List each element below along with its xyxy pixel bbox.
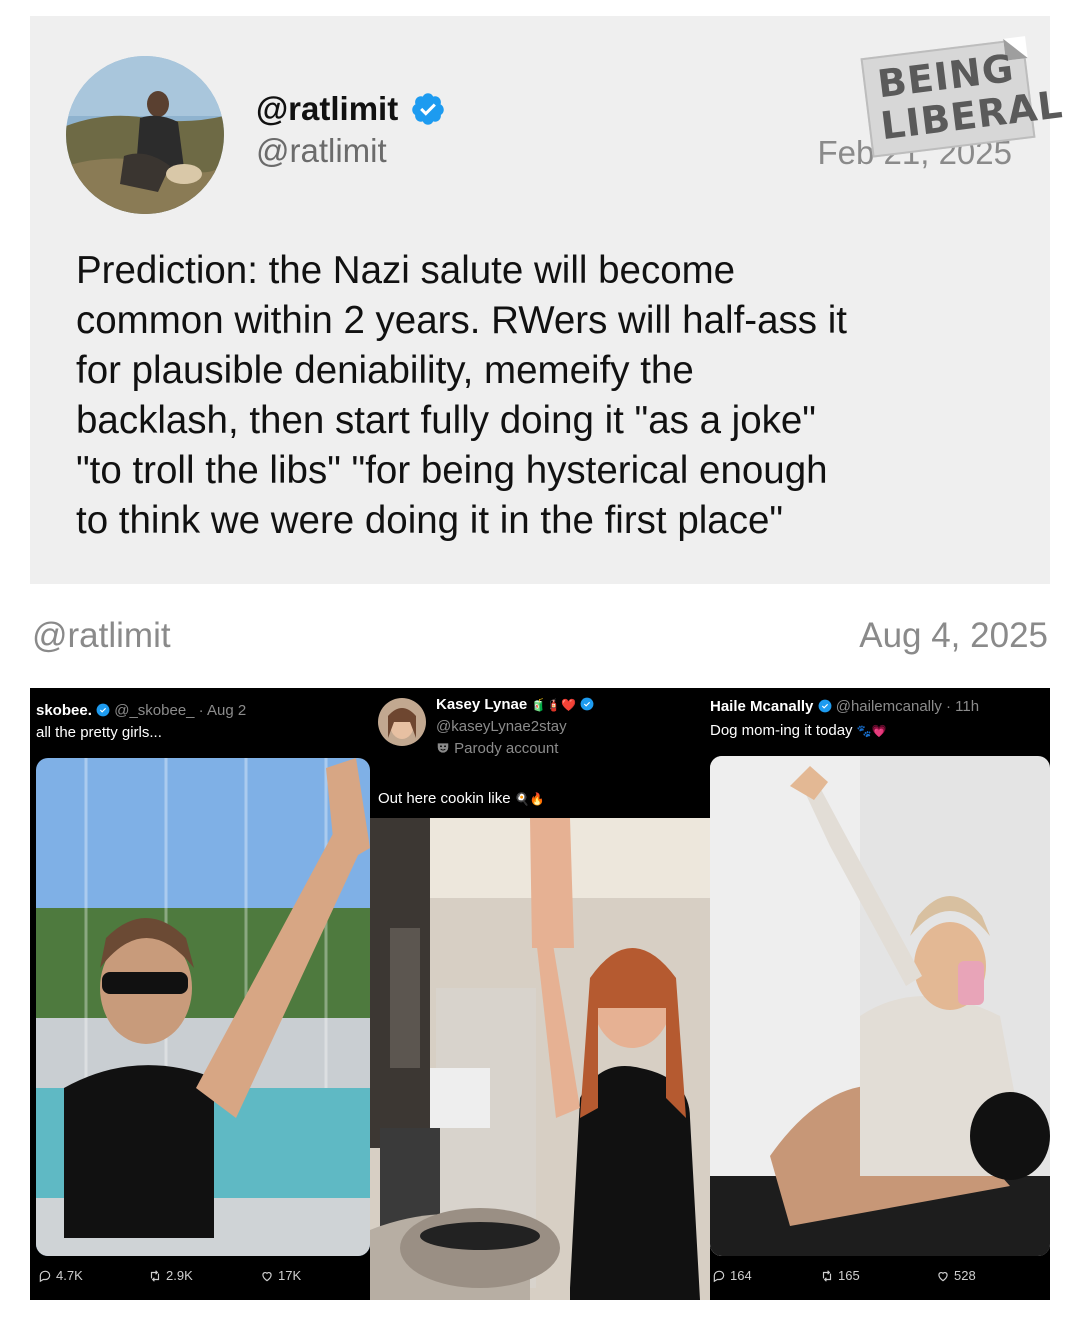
panel-text: Out here cookin like [378, 790, 511, 807]
reply-icon [39, 1270, 51, 1282]
panel-handle[interactable]: @_skobee_ [114, 702, 194, 719]
repost-count[interactable]: 2.9K [148, 1268, 193, 1283]
avatar[interactable] [378, 698, 426, 746]
screenshot-panel-kasey: Kasey Lynae 🧃🧯❤️ @kaseyLynae2stay Parody… [370, 688, 710, 1300]
repost-icon [150, 1269, 160, 1282]
verified-badge-icon [580, 697, 594, 711]
verified-badge-icon [412, 93, 444, 125]
parody-label: Parody account [454, 740, 559, 757]
panel-photo[interactable] [36, 758, 370, 1256]
panel-name[interactable]: Kasey Lynae [436, 696, 527, 713]
tweet-card: @ratlimit @ratlimit Feb 21, 2025 BEING L… [30, 16, 1065, 584]
repost-icon [822, 1269, 832, 1282]
tweet-line: backlash, then start fully doing it "as … [76, 399, 816, 442]
panel-name[interactable]: skobee. [36, 702, 92, 719]
repost-count[interactable]: 165 [820, 1268, 860, 1283]
panel-name[interactable]: Haile Mcanally [710, 698, 813, 715]
panel-stats: 164 165 528 [710, 1268, 1050, 1290]
panel-text: all the pretty girls... [36, 724, 162, 741]
like-icon [262, 1271, 272, 1281]
reply-icon [713, 1270, 725, 1282]
like-count[interactable]: 528 [936, 1268, 976, 1283]
like-count[interactable]: 17K [260, 1268, 301, 1283]
tweet-text: Prediction: the Nazi salute will become … [76, 246, 1026, 546]
reply-count[interactable]: 4.7K [38, 1268, 83, 1283]
panel-handle[interactable]: @kaseyLynae2stay [436, 718, 567, 735]
panel-time: · 11h [946, 698, 980, 715]
verified-badge-icon [96, 703, 110, 717]
being-liberal-watermark-logo: BEING LIBERAL [860, 36, 1065, 158]
text-emojis: 🐾💗 [856, 724, 887, 738]
followup-handle[interactable]: @ratlimit [32, 616, 171, 656]
panel-text: Dog mom-ing it today [710, 722, 853, 739]
display-name[interactable]: @ratlimit [256, 90, 398, 128]
screenshot-panel-haile: Haile Mcanally @hailemcanally · 11h Dog … [710, 688, 1050, 1300]
like-icon [938, 1271, 948, 1281]
screenshot-panel-skobee: skobee. @_skobee_ · Aug 2 all the pretty… [30, 688, 370, 1300]
parody-mask-icon [437, 743, 449, 753]
avatar[interactable] [66, 56, 224, 214]
tweet-line: common within 2 years. RWers will half-a… [76, 299, 847, 342]
name-emojis: 🧃🧯❤️ [531, 698, 577, 712]
panel-photo[interactable] [710, 756, 1050, 1256]
followup-date: Aug 4, 2025 [859, 616, 1048, 655]
handle[interactable]: @ratlimit [256, 132, 387, 170]
verified-badge-icon [818, 699, 831, 713]
tweet-line: Prediction: the Nazi salute will become [76, 249, 736, 292]
tweet-line: to think we were doing it in the first p… [76, 499, 784, 542]
panel-stats: 4.7K 2.9K 17K [30, 1268, 370, 1290]
text-emojis: 🍳🔥 [514, 792, 545, 806]
panel-photo[interactable] [370, 818, 710, 1300]
panel-handle[interactable]: @hailemcanally [836, 698, 942, 715]
tweet-line: for plausible deniability, memeify the [76, 349, 694, 392]
panel-time: · Aug 2 [198, 702, 247, 719]
tweet-line: "to troll the libs" "for being hysterica… [76, 449, 828, 492]
reply-count[interactable]: 164 [712, 1268, 752, 1283]
